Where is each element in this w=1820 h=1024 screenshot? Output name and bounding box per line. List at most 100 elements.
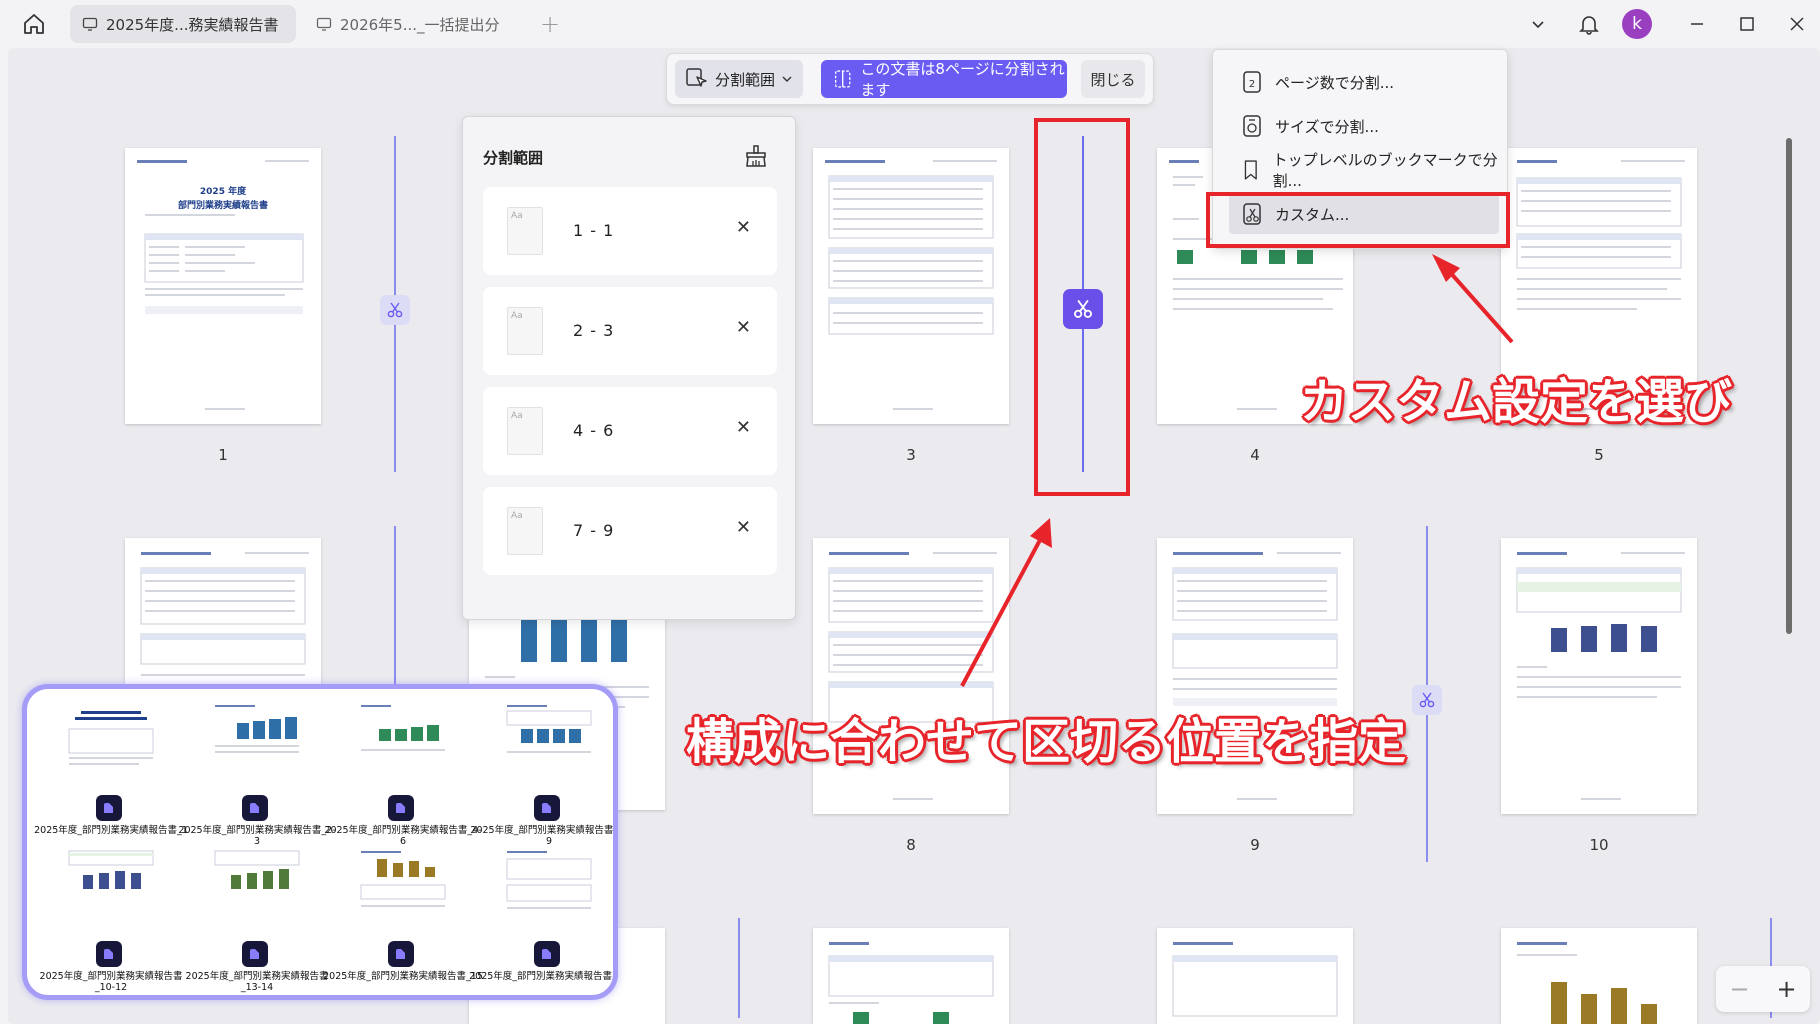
close-window-button[interactable] [1782, 10, 1812, 38]
result-file-name: 2025年度_部門別業務実績報告書_7-9 [470, 825, 618, 847]
page-content-lines [825, 160, 997, 410]
result-file[interactable]: 2025年度_部門別業務実績報告書_15 [323, 845, 483, 995]
range-item[interactable]: Aa 7 - 9 ✕ [483, 487, 777, 575]
menu-item-split-by-size[interactable]: サイズで分割... [1229, 106, 1499, 146]
page-count-icon: 2 [1243, 71, 1261, 93]
menu-item-label: ページ数で分割... [1275, 73, 1395, 92]
result-file-name: 2025年度_部門別業務実績報告書_15 [323, 971, 483, 982]
page-content-lines [828, 552, 997, 800]
split-point-button[interactable] [1412, 685, 1442, 715]
remove-range-button[interactable]: ✕ [736, 517, 751, 538]
scissors-icon [387, 302, 403, 318]
range-label: 4 - 6 [573, 421, 615, 440]
tab-batch[interactable]: 2026年5..._一括提出分 [304, 5, 526, 43]
app-file-icon [242, 795, 268, 821]
result-file[interactable]: 2025年度_部門別業務実績報告書_1 [34, 699, 188, 849]
result-file-name: 2025年度_部門別業務実績報告書_4-6 [324, 825, 482, 847]
minimize-button[interactable] [1682, 10, 1712, 38]
avatar[interactable]: k [1622, 9, 1652, 39]
result-file[interactable]: 2025年度_部門別業務実績報告書_7-9 [470, 699, 613, 849]
app-file-icon [96, 795, 122, 821]
result-file[interactable]: 2025年度_部門別業務実績報告書_13-14 [183, 845, 331, 995]
result-file-name: 2025年度_部門別業務実績報告書_10-12 [39, 971, 183, 993]
svg-text:2: 2 [1249, 79, 1255, 90]
clear-ranges-button[interactable] [743, 143, 769, 173]
monitor-icon [82, 17, 98, 31]
page-number: 8 [906, 836, 916, 854]
chevron-down-button[interactable] [1524, 10, 1552, 38]
page-content-lines [1517, 942, 1657, 1024]
zoom-in-button[interactable]: + [1776, 975, 1796, 1003]
cursor-select-icon [686, 68, 707, 87]
notification-button[interactable] [1574, 10, 1604, 38]
split-result-preview: 2025年度_部門別業務実績報告書_1 2025年度_部門別業務実績報告書_2-… [22, 684, 618, 1000]
maximize-icon [1740, 17, 1754, 31]
tab-label: 2025年度...務実績報告書 [106, 15, 279, 34]
bookmark-icon [1244, 160, 1257, 180]
menu-item-label: サイズで分割... [1275, 117, 1379, 136]
page-thumbnail-3[interactable] [813, 148, 1009, 424]
split-point-button[interactable] [380, 295, 410, 325]
app-file-icon [242, 941, 268, 967]
split-range-dropdown[interactable]: 分割範囲 [675, 60, 803, 98]
result-file[interactable]: 2025年度_部門別業務実績報告書_2-3 [178, 699, 336, 849]
remove-range-button[interactable]: ✕ [736, 317, 751, 338]
page-number: 1 [218, 446, 228, 464]
page-number: 4 [1250, 446, 1260, 464]
tab-report[interactable]: 2025年度...務実績報告書 [70, 5, 296, 43]
menu-item-split-by-page-count[interactable]: 2 ページ数で分割... [1229, 62, 1499, 102]
result-file[interactable]: 2025年度_部門別業務実績報告書_16 [469, 845, 613, 995]
split-page-icon [834, 70, 851, 88]
title-bar: 2025年度...務実績報告書 2026年5..._一括提出分 + k [0, 0, 1820, 48]
app-file-icon [534, 795, 560, 821]
split-info-button[interactable]: この文書は8ページに分割されます [821, 60, 1067, 99]
page-thumbnail-15[interactable] [1501, 928, 1697, 1024]
split-info-label: この文書は8ページに分割されます [860, 60, 1065, 99]
size-icon [1243, 115, 1261, 137]
range-item[interactable]: Aa 1 - 1 ✕ [483, 187, 777, 275]
page-thumbnail-1[interactable]: 2025 年度 部門別業務実績報告書 [125, 148, 321, 424]
highlight-split-line [1034, 118, 1130, 496]
home-button[interactable] [16, 8, 52, 40]
range-item[interactable]: Aa 2 - 3 ✕ [483, 287, 777, 375]
result-thumbnail [333, 699, 473, 789]
page-thumbnail-8[interactable] [813, 538, 1009, 814]
split-divider[interactable] [738, 918, 740, 1018]
page-thumbnail-13[interactable] [813, 928, 1009, 1024]
split-toolbar: 分割範囲 この文書は8ページに分割されます 閉じる [666, 53, 1154, 105]
highlight-custom-option [1206, 192, 1510, 248]
maximize-button[interactable] [1732, 10, 1762, 38]
page-content-lines [1172, 942, 1338, 1017]
page-content-lines [1172, 552, 1341, 800]
remove-range-button[interactable]: ✕ [736, 417, 751, 438]
result-file-name: 2025年度_部門別業務実績報告書_2-3 [178, 825, 336, 847]
bell-icon [1579, 16, 1599, 35]
page-thumbnail-10[interactable] [1501, 538, 1697, 814]
result-thumbnail [187, 845, 327, 935]
page-thumbnail-14[interactable] [1157, 928, 1353, 1024]
range-label: 7 - 9 [573, 521, 615, 540]
home-icon [24, 14, 44, 34]
result-file[interactable]: 2025年度_部門別業務実績報告書_10-12 [37, 845, 185, 995]
scissors-icon [1419, 692, 1435, 708]
result-thumbnail [41, 699, 181, 789]
range-panel-title: 分割範囲 [483, 149, 544, 167]
page-thumbnail-9[interactable] [1157, 538, 1353, 814]
zoom-control: − + [1716, 966, 1810, 1012]
chevron-down-icon [782, 76, 792, 82]
range-item[interactable]: Aa 4 - 6 ✕ [483, 387, 777, 475]
range-thumbnail: Aa [507, 407, 543, 455]
split-divider[interactable] [394, 526, 396, 686]
new-tab-button[interactable]: + [540, 10, 560, 38]
result-file[interactable]: 2025年度_部門別業務実績報告書_4-6 [324, 699, 482, 849]
close-split-button[interactable]: 閉じる [1081, 60, 1145, 98]
result-thumbnail [333, 845, 473, 935]
page-content-lines [137, 160, 309, 410]
range-label: 2 - 3 [573, 321, 615, 340]
zoom-out-button[interactable]: − [1729, 975, 1749, 1003]
page-thumbnail-6[interactable] [125, 538, 321, 688]
vertical-scrollbar[interactable] [1786, 138, 1792, 634]
menu-item-split-by-bookmark[interactable]: トップレベルのブックマークで分割... [1229, 150, 1499, 190]
remove-range-button[interactable]: ✕ [736, 217, 751, 238]
app-file-icon [388, 941, 414, 967]
